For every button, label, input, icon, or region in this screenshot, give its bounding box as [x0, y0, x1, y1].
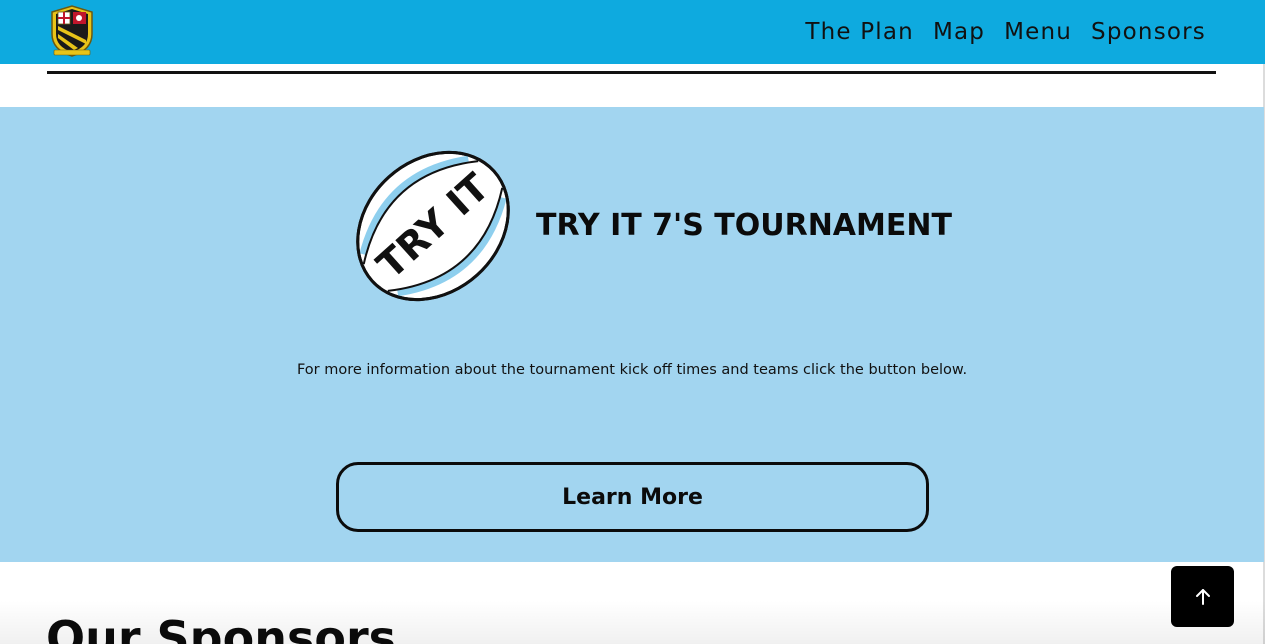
page: The Plan Map Menu Sponsors TRY IT TRY IT… [0, 0, 1265, 644]
nav-link-map[interactable]: Map [933, 19, 985, 45]
learn-more-button[interactable]: Learn More [336, 462, 929, 532]
try-it-rugby-ball-logo: TRY IT [352, 145, 514, 307]
nav-link-menu[interactable]: Menu [1004, 19, 1072, 45]
club-crest-logo[interactable] [48, 4, 96, 58]
crest-icon [51, 5, 93, 57]
site-header: The Plan Map Menu Sponsors [0, 0, 1265, 64]
back-to-top-button[interactable] [1171, 566, 1234, 627]
tournament-title: TRY IT 7'S TOURNAMENT [536, 208, 952, 243]
main-nav: The Plan Map Menu Sponsors [805, 0, 1206, 64]
rugby-ball-icon: TRY IT [356, 150, 510, 302]
section-divider [47, 71, 1216, 74]
nav-link-the-plan[interactable]: The Plan [805, 19, 914, 45]
sponsors-heading: Our Sponsors [46, 611, 397, 644]
nav-link-sponsors[interactable]: Sponsors [1091, 19, 1206, 45]
tournament-info-text: For more information about the tournamen… [296, 362, 968, 378]
arrow-up-icon [1195, 588, 1210, 605]
